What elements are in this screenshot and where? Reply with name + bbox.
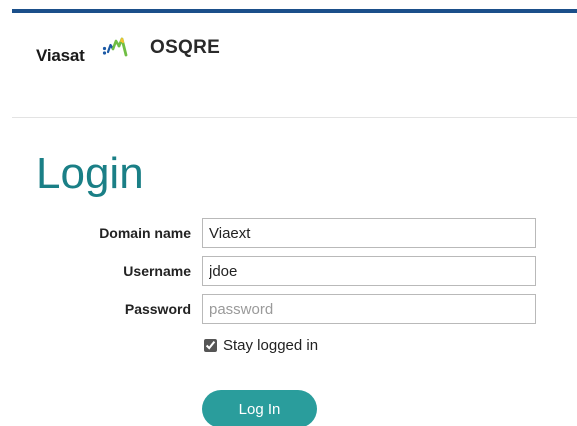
logo-wordmark: Viasat [36, 46, 85, 65]
stay-logged-in-label[interactable]: Stay logged in [223, 337, 318, 354]
username-row: Username [0, 256, 577, 286]
header: Viasat OSQRE [12, 13, 577, 117]
login-page: Viasat OSQRE Login Domain name Username … [0, 0, 577, 426]
domain-label: Domain name [99, 225, 191, 241]
username-label: Username [123, 263, 191, 279]
password-label: Password [124, 301, 191, 317]
header-divider [12, 117, 577, 118]
app-name: OSQRE [150, 37, 221, 58]
domain-input[interactable] [202, 218, 536, 248]
domain-row: Domain name [0, 218, 577, 248]
viasat-logo[interactable]: Viasat [36, 36, 136, 66]
viasat-signal-icon [102, 37, 128, 57]
password-row: Password [0, 294, 577, 324]
login-button[interactable]: Log In [202, 390, 317, 426]
password-input[interactable] [202, 294, 536, 324]
page-title: Login [36, 149, 144, 198]
stay-logged-in-row: Stay logged in [202, 336, 318, 354]
stay-logged-in-checkbox[interactable] [204, 338, 217, 352]
username-input[interactable] [202, 256, 536, 286]
